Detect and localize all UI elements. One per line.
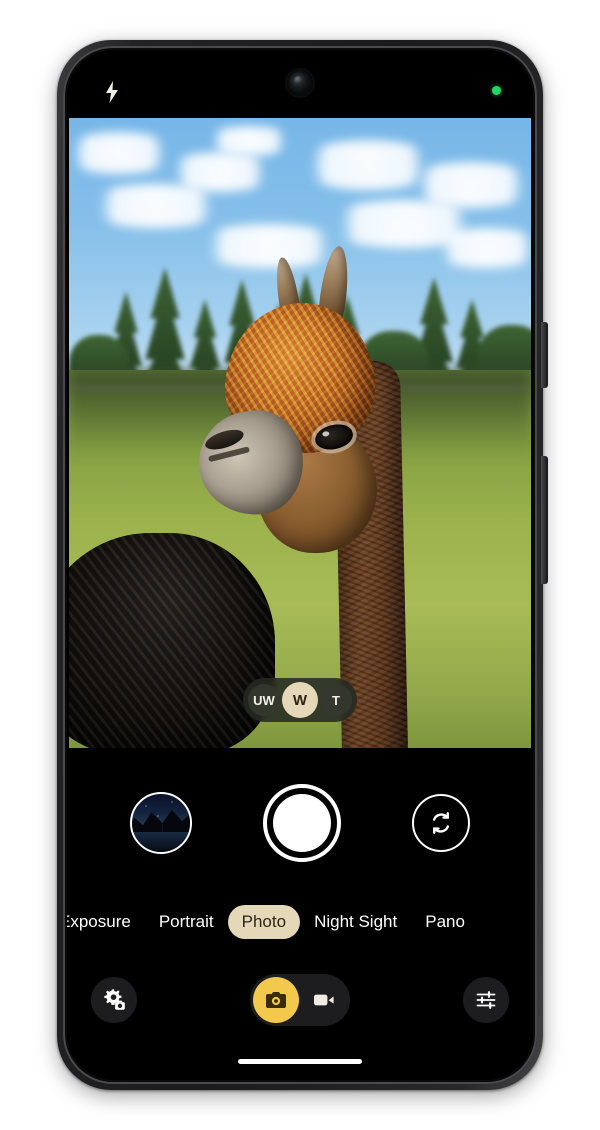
bottom-bar [67,960,533,1040]
thumbnail-water [132,832,191,852]
cloud [201,126,297,156]
capture-mode-toggle[interactable] [250,974,350,1026]
mode-carousel[interactable]: Exposure Portrait Photo Night Sight Pano [67,896,533,948]
camera-settings-button[interactable] [91,977,137,1023]
mode-night-sight[interactable]: Night Sight [300,905,411,939]
zoom-selector[interactable]: UW W T [243,678,357,722]
phone-screen: UW W T xposure Portrait Photo Night Sigh… [67,50,533,1080]
zoom-telephoto[interactable]: T [320,684,352,716]
flash-icon[interactable] [102,80,122,104]
camera-tune-button[interactable] [463,977,509,1023]
gallery-thumbnail[interactable] [130,792,193,854]
front-camera-lens [287,70,313,96]
status-area [67,50,533,118]
camera-icon [264,988,288,1012]
black-alpaca [69,533,275,748]
photo-mode-toggle[interactable] [253,977,299,1023]
screenshot-stage: UW W T xposure Portrait Photo Night Sigh… [0,0,600,1130]
volume-rocker[interactable] [541,456,548,584]
gear-camera-icon [101,987,127,1013]
shutter-row [67,768,533,878]
home-indicator[interactable] [238,1059,362,1064]
power-button[interactable] [541,322,548,388]
camera-in-use-dot [492,86,501,95]
mode-portrait[interactable]: Portrait [145,905,228,939]
shutter-core [272,794,331,852]
zoom-ultrawide[interactable]: UW [248,684,280,716]
flip-camera-icon [426,808,456,838]
video-mode-toggle[interactable] [301,977,347,1023]
preview-scene [69,118,531,748]
mode-photo[interactable]: Photo [227,905,301,939]
flip-camera-button[interactable] [411,794,470,852]
cloud [81,184,231,228]
mode-pano[interactable]: Pano [411,905,479,939]
tune-sliders-icon [474,988,498,1012]
camera-controls: Exposure Portrait Photo Night Sight Pano [67,748,533,1080]
mode-exposure[interactable]: Exposure [67,905,145,939]
video-camera-icon [312,988,336,1012]
camera-preview[interactable]: UW W T [69,118,531,748]
zoom-wide[interactable]: W [282,682,318,718]
shutter-button[interactable] [262,784,341,862]
alpaca-head [193,303,377,553]
